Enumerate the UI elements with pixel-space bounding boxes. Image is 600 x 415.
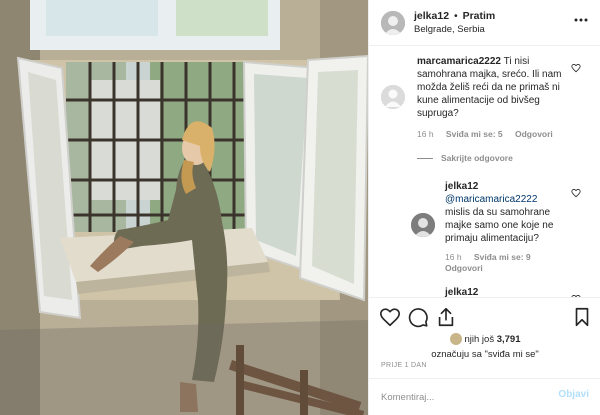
likes-label: označuju sa "sviđa mi se" [431,349,539,360]
likes-count: 3,791 [496,334,521,345]
comments-list[interactable]: marcamarica2222 Ti nisi samohrana majka,… [369,47,600,297]
follow-status-button[interactable]: Pratim [463,10,496,22]
comment-meta: 16 h Sviđa mi se: 5 Odgovori [417,129,563,139]
post-header: jelka12 • Pratim Belgrade, Serbia [369,0,600,46]
post-photo[interactable] [0,0,368,415]
bookmark-icon[interactable] [571,306,593,328]
reply-username[interactable]: jelka12 [445,287,478,297]
post-actions [369,297,600,335]
reply-reply-button[interactable]: Odgovori [445,263,483,273]
more-horizontal-icon[interactable] [573,13,589,27]
reply-likes[interactable]: Sviđa mi se: 9 [474,252,531,262]
comment-icon[interactable] [407,306,429,328]
header-separator: • [453,10,458,22]
comment-reply-button[interactable]: Odgovori [515,129,553,139]
reply-username[interactable]: jelka12 [445,181,478,192]
comment-time[interactable]: 16 h [417,129,434,139]
commenter-avatar[interactable] [381,85,405,109]
hide-replies-button[interactable]: Sakrijte odgovore [417,153,513,163]
reply-time[interactable]: 16 h [445,252,462,262]
share-icon[interactable] [435,306,457,328]
post-photo-illustration [0,0,368,415]
post-timestamp[interactable]: PRIJE 1 DAN [381,362,427,369]
reply-text: mislis da su samohrane majke samo one ko… [445,207,554,244]
comment-input[interactable] [381,389,551,405]
heart-icon[interactable] [379,306,401,328]
likes-prefix: njih još [464,334,495,345]
post-location[interactable]: Belgrade, Serbia [414,24,485,35]
hide-replies-line [417,158,433,160]
reply-mention-link[interactable]: @maricamarica2222 [445,194,537,205]
hide-replies-label: Sakrijte odgovore [441,153,513,163]
add-comment-bar: Objavi [369,378,600,415]
reply-meta: 16 h Sviđa mi se: 9 [445,252,541,262]
liker-avatar [449,333,462,346]
post-side-panel: jelka12 • Pratim Belgrade, Serbia marcam… [368,0,600,415]
likes-summary[interactable]: njih još 3,791 označuju sa "sviđa mi se" [369,333,600,361]
reply-heart-icon[interactable] [571,185,581,198]
comment-body: marcamarica2222 Ti nisi samohrana majka,… [417,55,567,120]
comment-username[interactable]: marcamarica2222 [417,56,501,67]
likes-count-line: njih još 3,791 [369,333,600,346]
comment-likes[interactable]: Sviđa mi se: 5 [446,129,503,139]
author-username[interactable]: jelka12 [414,10,449,22]
reply-avatar[interactable] [411,213,435,237]
reply-body: jelka12 @maricamarica2222 mislis da su s… [445,180,563,245]
comment-heart-icon[interactable] [571,60,581,73]
author-line: jelka12 • Pratim [414,10,495,22]
author-avatar[interactable] [381,11,405,35]
post-comment-button[interactable]: Objavi [558,389,589,400]
